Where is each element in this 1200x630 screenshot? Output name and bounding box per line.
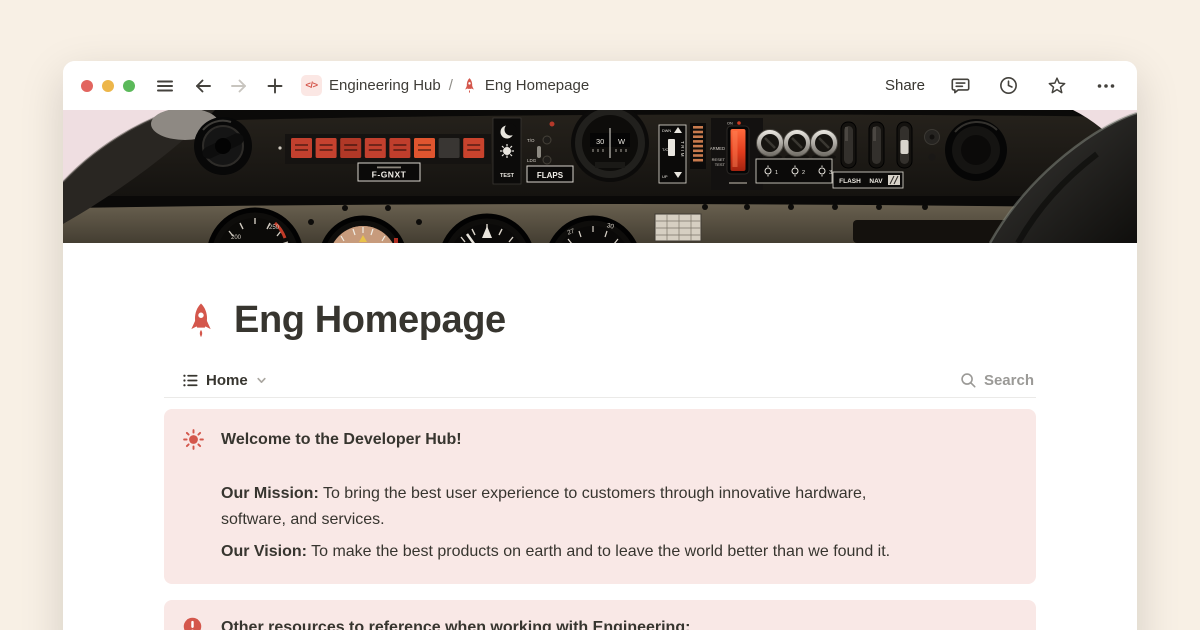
light-knobs: 1 2 3 (756, 130, 838, 184)
svg-text:TEST: TEST (715, 162, 726, 167)
svg-text:DWN: DWN (662, 129, 671, 133)
svg-text:3: 3 (829, 170, 832, 176)
air-vent (945, 119, 1007, 181)
tab-home[interactable]: Home (182, 372, 268, 389)
back-arrow-icon (193, 76, 213, 96)
svg-text:FLASH: FLASH (839, 178, 861, 185)
registration-placard: F-GNXT (358, 163, 420, 181)
svg-text:UP: UP (662, 174, 668, 179)
svg-text:W: W (618, 137, 626, 146)
star-icon (1046, 75, 1068, 97)
plus-icon (265, 76, 285, 96)
ellipsis-icon (1095, 75, 1117, 97)
new-page-button[interactable] (263, 74, 287, 98)
svg-text:TEST: TEST (500, 173, 515, 179)
forward-arrow-icon (229, 76, 249, 96)
breadcrumb-page[interactable]: Eng Homepage (485, 77, 589, 94)
sun-icon[interactable] (182, 428, 205, 451)
mission-paragraph: Our Mission: To bring the best user expe… (221, 481, 921, 533)
svg-text:30: 30 (596, 137, 604, 146)
svg-text:ON: ON (727, 122, 733, 126)
breadcrumb-workspace[interactable]: Engineering Hub (329, 77, 441, 94)
svg-text:FLAPS: FLAPS (537, 171, 564, 180)
page-title[interactable]: Eng Homepage (234, 299, 506, 342)
back-button[interactable] (191, 74, 215, 98)
svg-text:200: 200 (231, 235, 242, 241)
search-label: Search (984, 372, 1034, 389)
favorite-button[interactable] (1044, 73, 1070, 99)
lighting-test-panel: TEST (493, 118, 521, 184)
hamburger-icon (155, 76, 175, 96)
chevron-down-icon (255, 374, 268, 387)
callout-resources-title: Other resources to reference when workin… (221, 615, 921, 630)
svg-text:LDG: LDG (527, 158, 537, 163)
callout-welcome-title: Welcome to the Developer Hub! (221, 427, 921, 453)
window-toolbar: </> Engineering Hub / Eng Homepage Share (63, 61, 1137, 110)
exclamation-icon[interactable] (182, 616, 203, 630)
svg-text:TRIM: TRIM (680, 141, 685, 158)
breadcrumb: </> Engineering Hub / Eng Homepage (301, 75, 589, 96)
search-button[interactable]: Search (960, 372, 1034, 389)
svg-text:1: 1 (775, 170, 778, 176)
comment-icon (950, 75, 971, 96)
svg-text:ARMED: ARMED (710, 146, 725, 151)
callout-resources: Other resources to reference when workin… (164, 600, 1036, 630)
page-rocket-icon[interactable] (182, 301, 220, 339)
svg-text:F-GNXT: F-GNXT (372, 170, 407, 180)
forward-button[interactable] (227, 74, 251, 98)
desktop-background: </> Engineering Hub / Eng Homepage Share (0, 0, 1200, 630)
sidebar-menu-button[interactable] (153, 74, 177, 98)
minimize-window-button[interactable] (102, 80, 114, 92)
close-window-button[interactable] (81, 80, 93, 92)
breadcrumb-separator: / (449, 77, 453, 94)
compass-instrument: 30 W (573, 110, 647, 180)
svg-text:2: 2 (802, 170, 805, 176)
toolbar-actions: Share (885, 73, 1119, 99)
svg-text:T/O: T/O (662, 147, 669, 152)
notion-app-window: </> Engineering Hub / Eng Homepage Share (63, 61, 1137, 630)
more-button[interactable] (1093, 73, 1119, 99)
flash-nav-placard: FLASH NAV (833, 172, 903, 188)
window-controls (81, 80, 135, 92)
view-tabs-row: Home Search (164, 364, 1036, 398)
callout-welcome: Welcome to the Developer Hub! Our Missio… (164, 409, 1036, 584)
tab-home-label: Home (206, 372, 248, 389)
zoom-window-button[interactable] (123, 80, 135, 92)
trim-tape (690, 123, 706, 169)
annunciator-lights (278, 134, 491, 164)
workspace-code-icon[interactable]: </> (301, 75, 322, 96)
list-view-icon (182, 372, 199, 389)
svg-text:NAV: NAV (869, 178, 883, 185)
rocker-switches (841, 122, 912, 168)
page-title-row: Eng Homepage (182, 297, 1036, 343)
vision-paragraph: Our Vision: To make the best products on… (221, 539, 921, 565)
rocket-icon (461, 77, 478, 94)
left-control-knob (194, 117, 252, 175)
armed-switch-panel: ON ARMED RESET TEST (710, 118, 763, 190)
trim-indicator: DWN T/O TRIM UP (659, 125, 686, 183)
comments-button[interactable] (948, 73, 973, 98)
clock-icon (998, 75, 1019, 96)
search-icon (960, 372, 977, 389)
updates-button[interactable] (996, 73, 1021, 98)
page-content: Eng Homepage Home (63, 297, 1137, 630)
data-placard (655, 214, 701, 241)
svg-text:250: 250 (269, 225, 280, 231)
svg-text:T/O: T/O (527, 138, 535, 143)
page-cover-image[interactable]: 250 200 (63, 110, 1137, 243)
share-button[interactable]: Share (885, 77, 925, 94)
